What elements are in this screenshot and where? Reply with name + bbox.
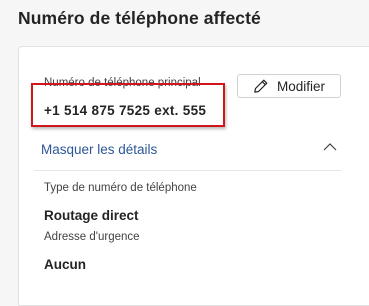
chevron-up-icon[interactable] [320,139,340,155]
page-title: Numéro de téléphone affecté [18,8,261,28]
emergency-address-label: Adresse d'urgence [44,231,140,243]
edit-button[interactable]: Modifier [237,74,341,98]
edit-button-label: Modifier [276,78,325,94]
pencil-icon [253,78,269,94]
details-divider [34,170,341,171]
number-type-label: Type de numéro de téléphone [44,182,197,194]
number-type-value: Routage direct [44,208,139,223]
hide-details-link[interactable]: Masquer les détails [41,142,157,157]
emergency-address-value: Aucun [44,257,86,272]
highlight-annotation [31,83,225,127]
